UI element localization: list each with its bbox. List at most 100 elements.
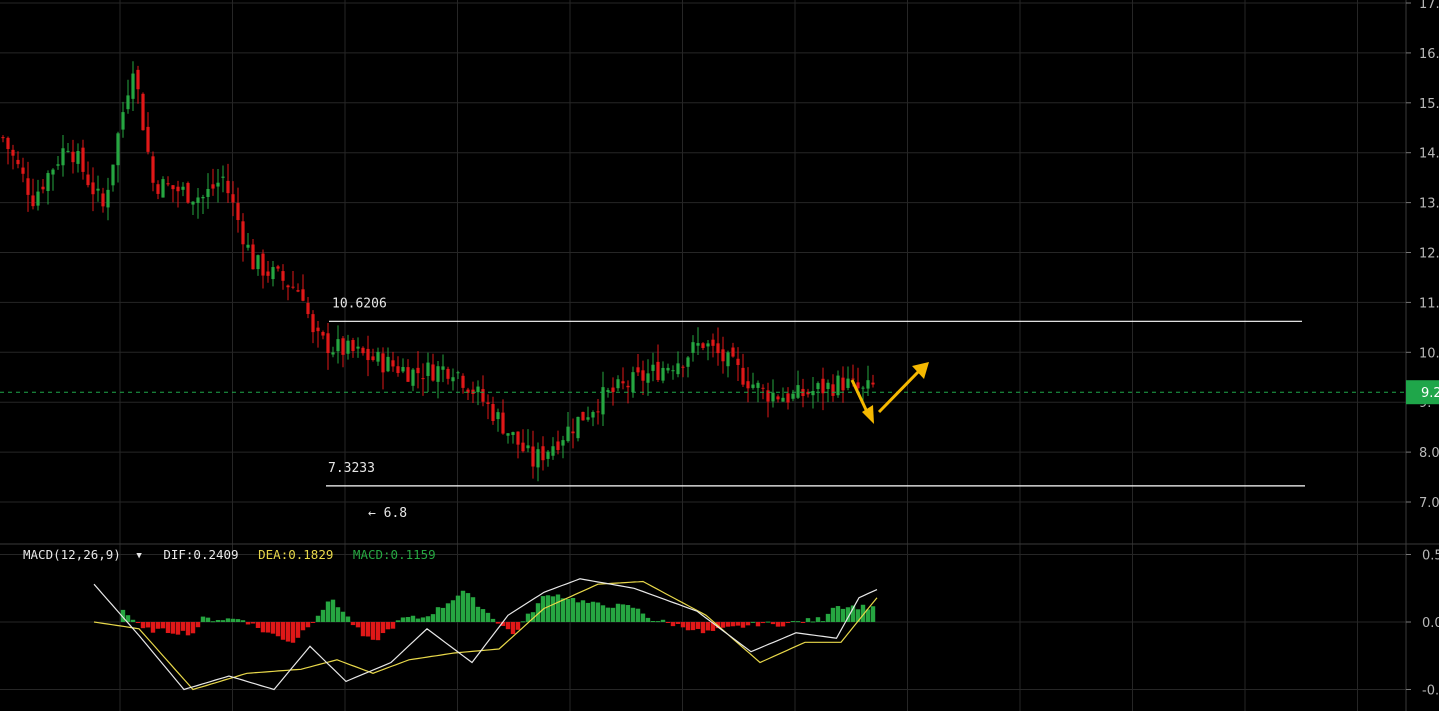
indicator-dropdown-icon[interactable]: ▼ (136, 551, 141, 561)
macd-bar (695, 622, 701, 629)
macd-bar (555, 594, 561, 622)
macd-bar (740, 622, 746, 628)
candle (766, 382, 770, 418)
macd-bar (410, 615, 416, 622)
macd-bar (870, 606, 876, 622)
macd-bar (755, 622, 761, 627)
macd-bar (635, 608, 641, 622)
candle (171, 185, 175, 203)
candle (666, 363, 670, 374)
candle (36, 179, 40, 211)
candle (261, 249, 265, 289)
candle (671, 365, 675, 380)
candle (781, 387, 785, 402)
down-arrow-shaft (850, 379, 870, 415)
candle (341, 335, 345, 368)
candle (476, 380, 480, 406)
candle (151, 151, 155, 192)
macd-bar (605, 607, 611, 622)
candle (61, 134, 65, 177)
macd-bar (470, 597, 476, 622)
candle (551, 437, 555, 460)
price-tick-label: 17. (1419, 0, 1439, 12)
candle (301, 274, 305, 302)
macd-bar (450, 600, 456, 622)
candle (536, 442, 540, 482)
candle (651, 352, 655, 382)
candle (586, 406, 590, 422)
macd-bar (825, 613, 831, 622)
candle (691, 335, 695, 362)
macd-bar (630, 607, 636, 622)
candle (181, 182, 185, 197)
candle (81, 139, 85, 180)
macd-bar (720, 622, 726, 628)
dif-line (93, 578, 878, 691)
macd-bar (650, 621, 656, 623)
annotation-arrows[interactable] (850, 362, 929, 424)
candle (461, 373, 465, 394)
macd-bar (215, 620, 221, 622)
macd-tick-label: 0.5 (1422, 549, 1439, 564)
candle (546, 450, 550, 467)
candle (106, 177, 110, 221)
candle (416, 351, 420, 389)
candle (756, 380, 760, 403)
macd-bar (280, 622, 286, 640)
candle (126, 79, 130, 114)
macd-bar (670, 622, 676, 627)
candle (806, 388, 810, 398)
macd-bar (140, 622, 146, 629)
macd-bar (255, 622, 261, 628)
candle (101, 187, 105, 213)
macd-bar (835, 606, 841, 622)
macd-indicator-label[interactable]: MACD(12,26,9) (23, 547, 121, 562)
macd-bar (200, 616, 206, 622)
price-tick-label: 16. (1419, 47, 1439, 62)
candle (406, 359, 410, 382)
candle (791, 389, 795, 402)
macd-bar (275, 622, 281, 637)
candle (266, 261, 270, 283)
candle (496, 408, 500, 432)
macd-bar (385, 622, 391, 630)
candle (521, 429, 525, 453)
price-tick-label: 11. (1419, 296, 1439, 311)
candle (531, 430, 535, 479)
candle (286, 284, 290, 301)
macd-bar (205, 617, 211, 622)
candle (751, 372, 755, 390)
candle (426, 352, 430, 392)
candle (816, 381, 820, 402)
candle (211, 168, 215, 196)
price-tick-label: 15. (1419, 97, 1439, 112)
macd-bar (560, 598, 566, 622)
candle (561, 435, 565, 459)
macd-bar (155, 622, 161, 629)
macd-bar (355, 622, 361, 628)
candle (276, 264, 280, 272)
macd-bar (505, 622, 511, 630)
candle (696, 327, 700, 355)
macd-bar (425, 616, 431, 622)
macd-bar (245, 622, 251, 625)
chart-svg[interactable]: 17.16.15.14.13.12.11.10.9.8.07.00.50.0-0… (0, 0, 1439, 711)
candle (421, 363, 425, 396)
macd-bar (440, 607, 446, 622)
candle (396, 356, 400, 377)
price-tick-label: 8.0 (1419, 446, 1439, 461)
macd-bar (680, 622, 686, 628)
candle (71, 139, 75, 174)
macd-bar (240, 620, 246, 622)
macd-bar (665, 622, 671, 623)
candle (51, 168, 55, 191)
macd-bar (585, 602, 591, 622)
candle (131, 61, 135, 112)
candle (786, 387, 790, 410)
macd-bar (765, 621, 771, 623)
macd-bar (660, 619, 666, 622)
macd-bar (315, 615, 321, 622)
macd-bar (270, 622, 276, 634)
candle (611, 377, 615, 406)
candle (381, 347, 385, 390)
